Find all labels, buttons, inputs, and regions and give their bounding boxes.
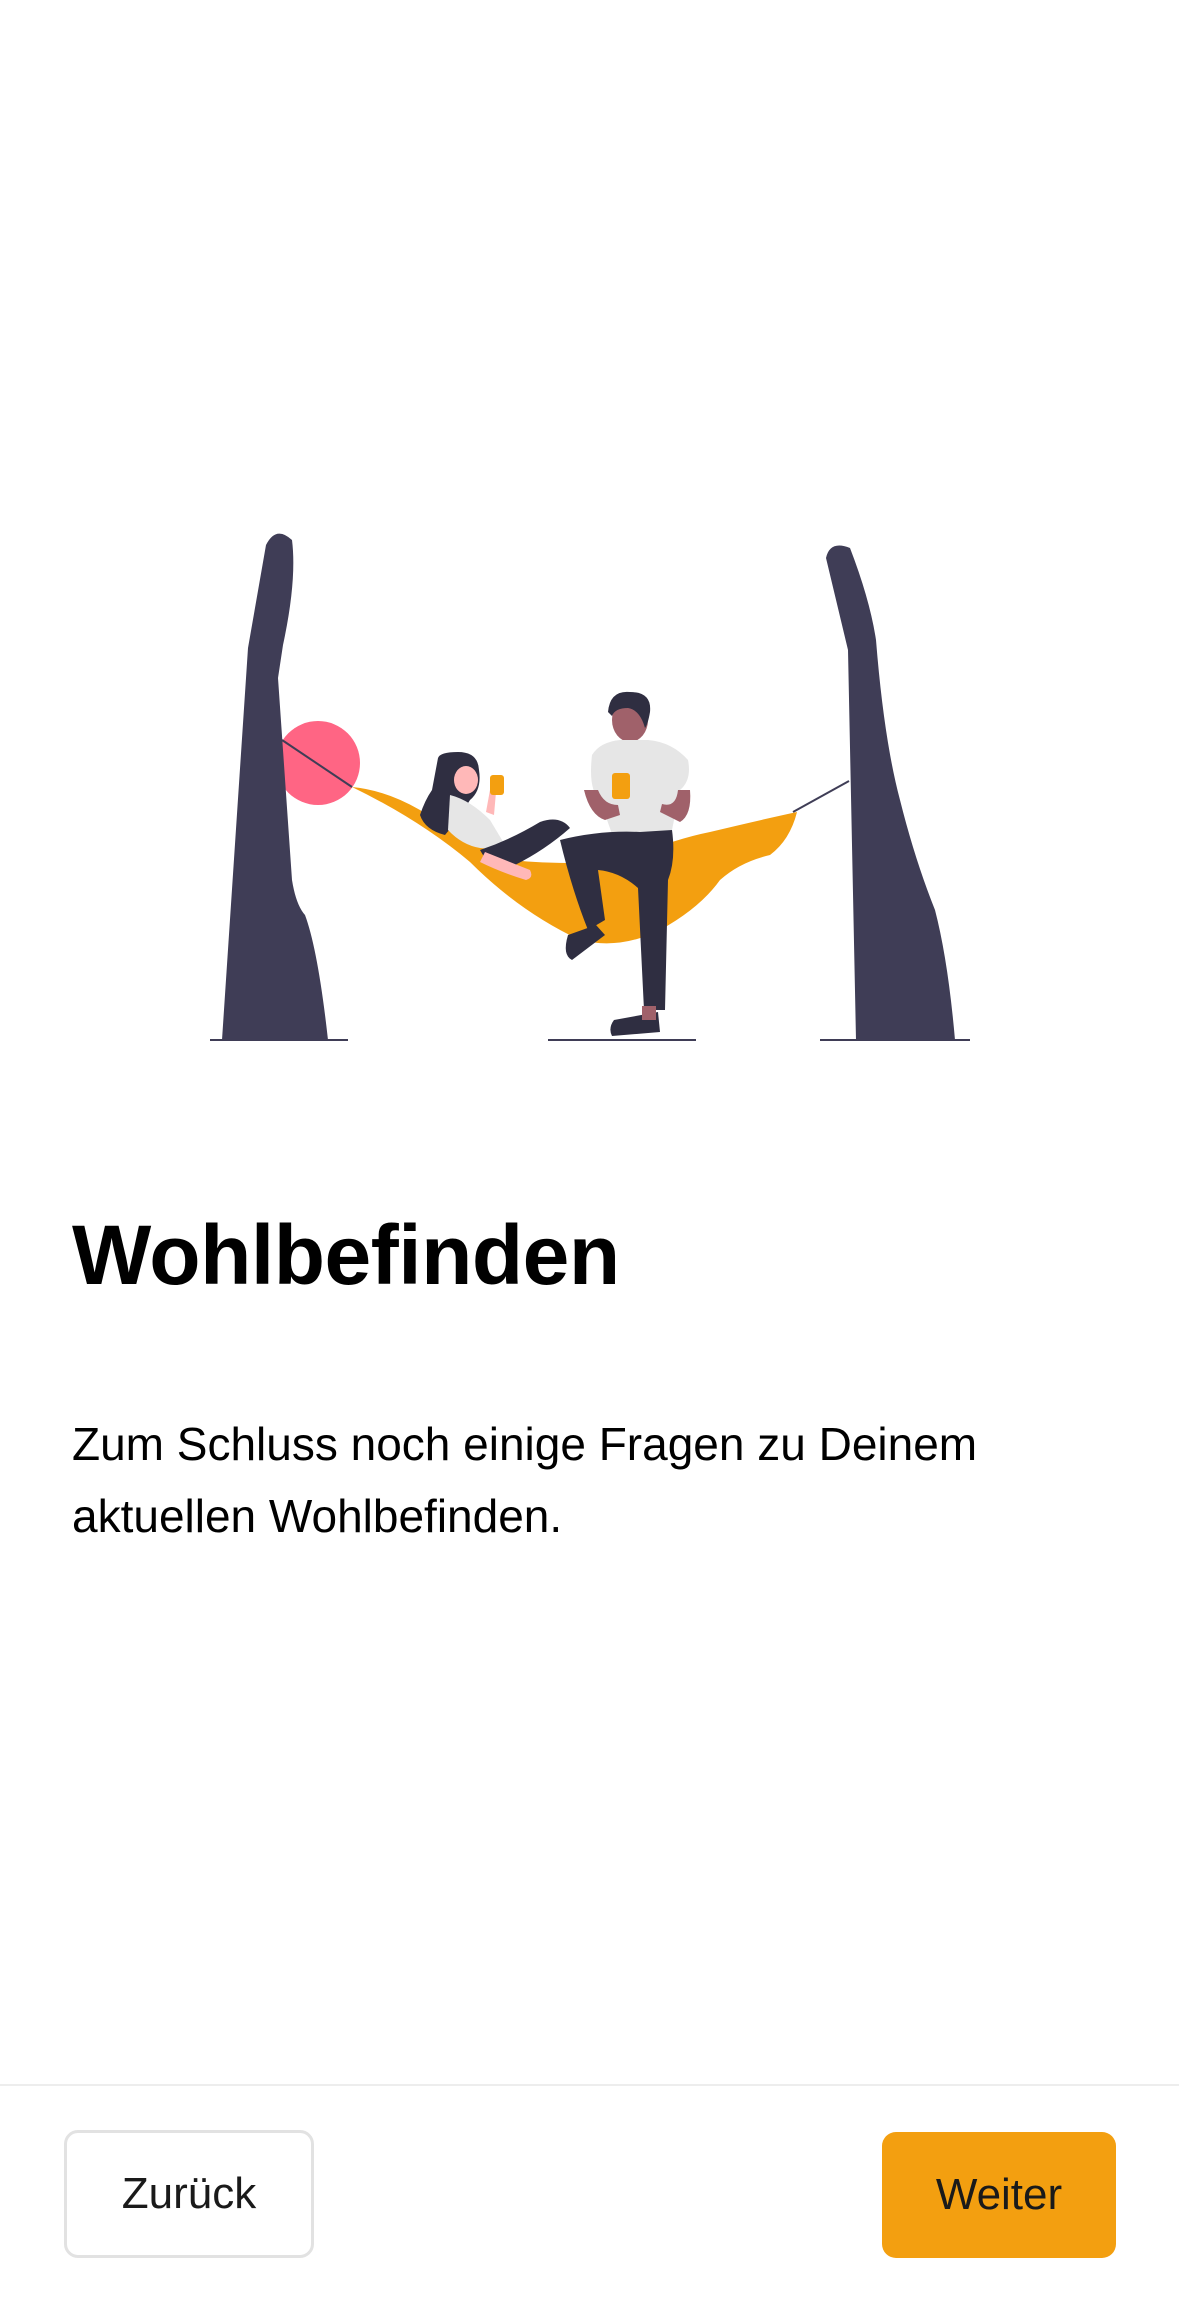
next-button[interactable]: Weiter xyxy=(882,2132,1116,2258)
tree-right xyxy=(826,545,955,1040)
hammock-rope-right xyxy=(792,780,850,813)
page-title: Wohlbefinden xyxy=(72,1208,620,1302)
footer-divider xyxy=(0,2084,1179,2086)
man-figure xyxy=(560,691,691,1036)
back-button[interactable]: Zurück xyxy=(64,2130,314,2258)
page-description: Zum Schluss noch einige Fragen zu Deinem… xyxy=(72,1418,978,1542)
woman-figure xyxy=(420,752,570,880)
hammock-illustration xyxy=(210,533,970,1041)
